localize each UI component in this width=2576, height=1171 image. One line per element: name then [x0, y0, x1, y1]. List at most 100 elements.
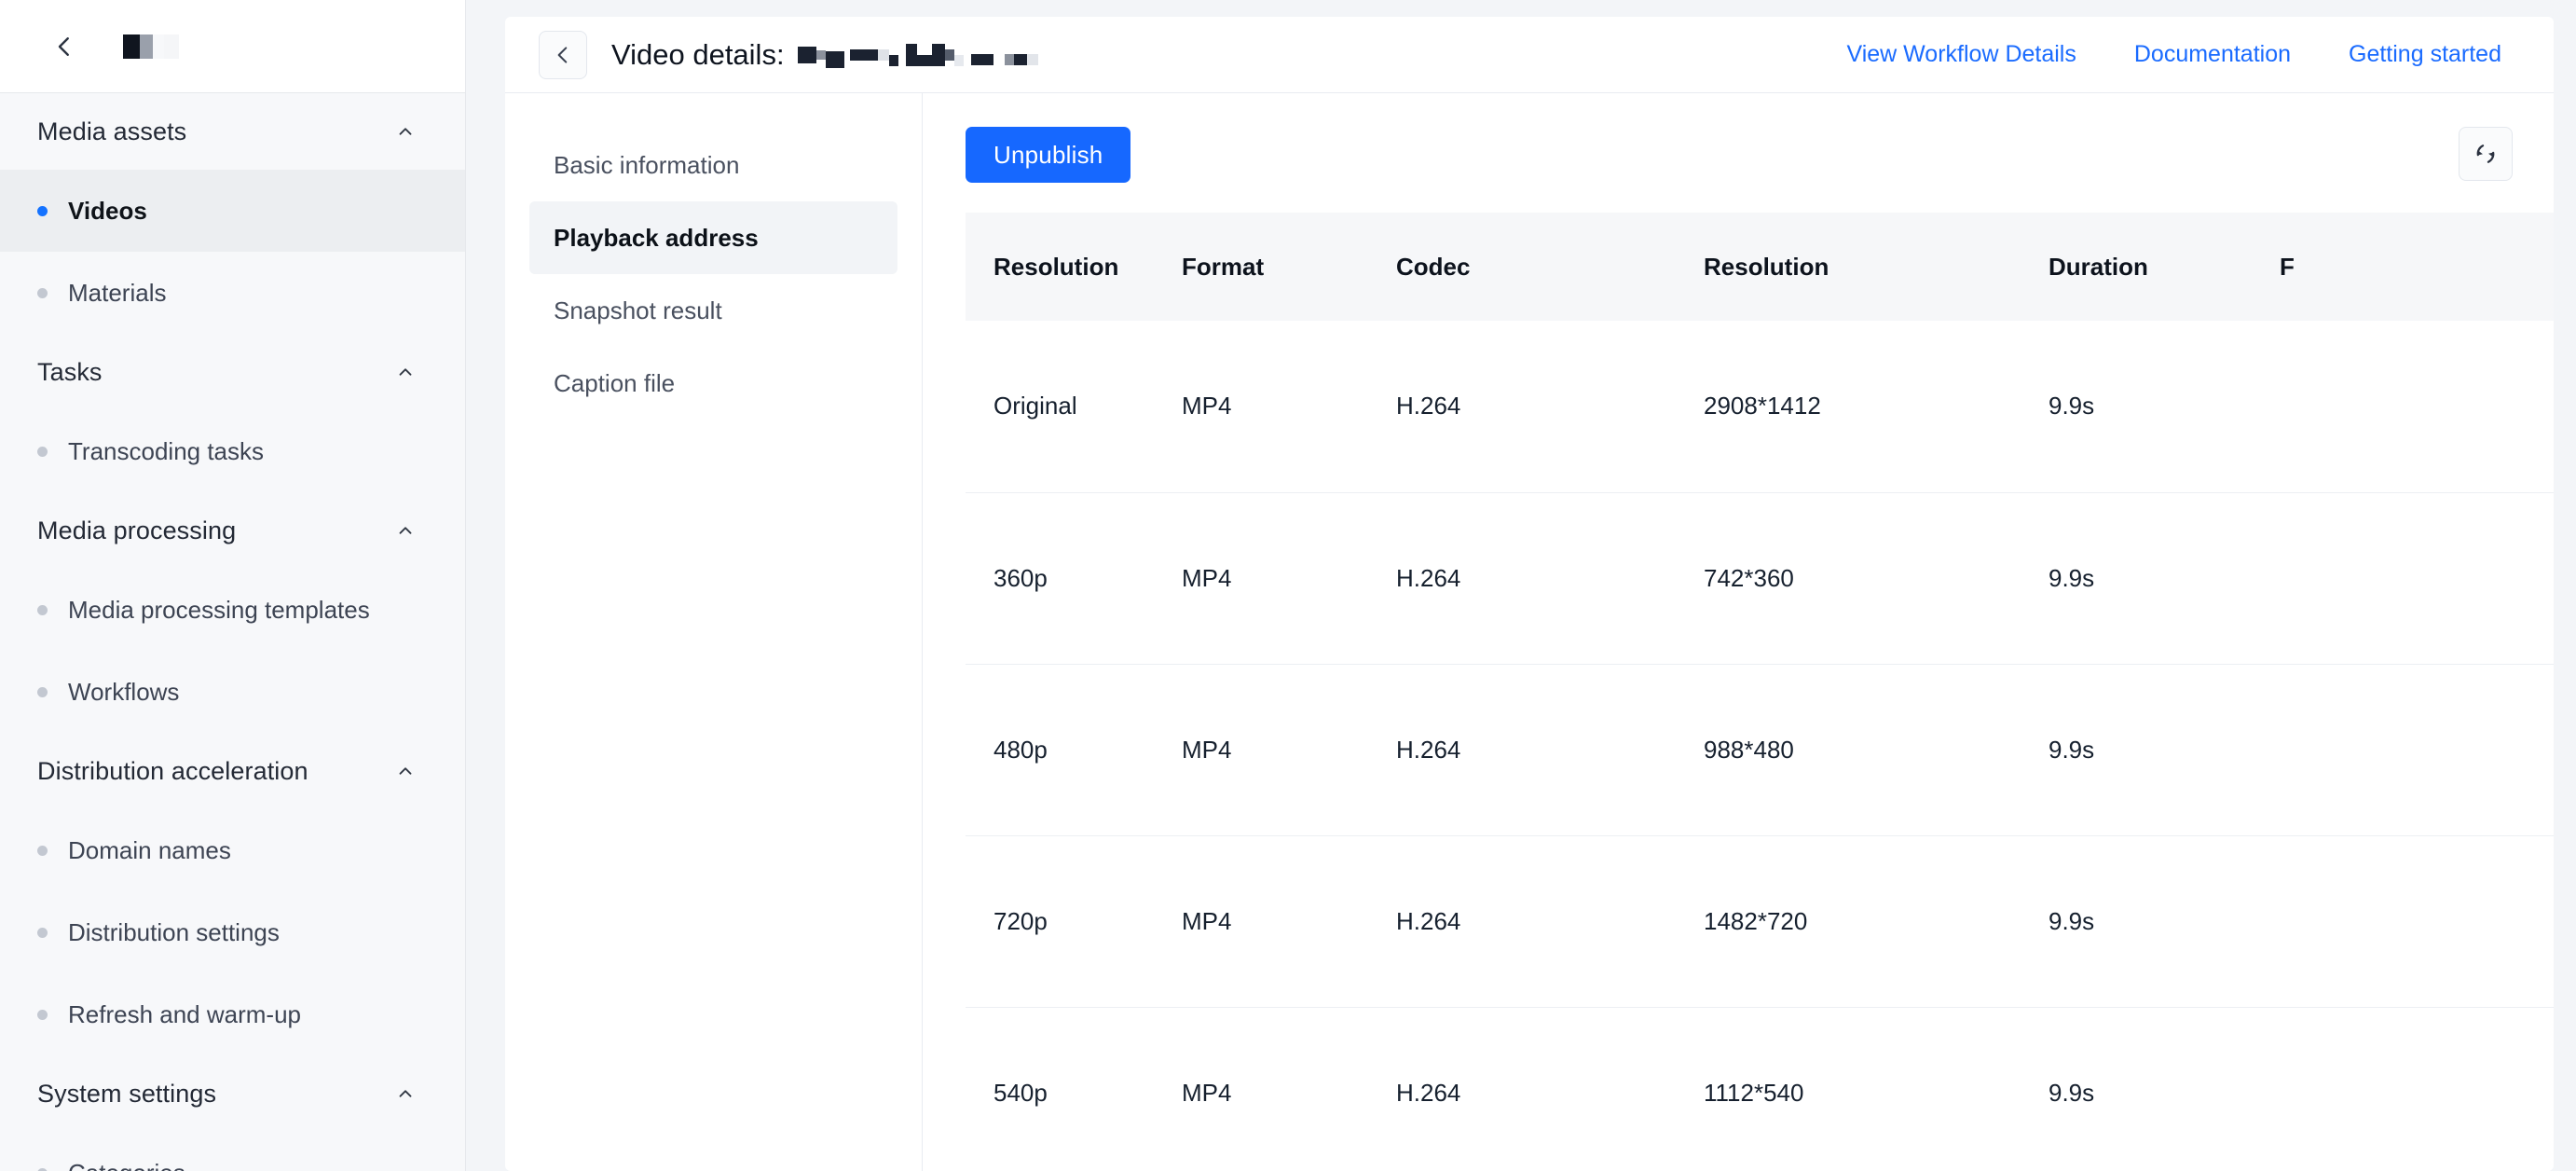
sidebar-item-distribution-settings[interactable]: Distribution settings: [0, 891, 465, 973]
tab-playback-address[interactable]: Playback address: [529, 201, 897, 274]
sidebar-item-workflows[interactable]: Workflows: [0, 651, 465, 733]
cell-duration: 9.9s: [2021, 835, 2252, 1008]
bullet-icon: [37, 845, 48, 856]
sidebar-group-media-processing[interactable]: Media processing: [0, 492, 465, 569]
redacted-block: [1026, 53, 1038, 65]
redacted-block: [140, 34, 153, 59]
main-region: Video details: View Workflow Details Docu…: [466, 0, 2576, 1171]
cell-format: MP4: [1154, 664, 1368, 836]
sidebar-group-label: Media assets: [37, 117, 187, 145]
sidebar-item-refresh-and-warm-up[interactable]: Refresh and warm-up: [0, 973, 465, 1055]
table-body: Original MP4 H.264 2908*1412 9.9s 360p MP4 H.26…: [966, 321, 2554, 1171]
cell-resolution-px: 1112*540: [1676, 1007, 2021, 1171]
sidebar-item-domain-names[interactable]: Domain names: [0, 809, 465, 891]
table-header-row: Resolution Format Codec Resolution Duration F: [966, 213, 2554, 321]
sidebar-item-materials[interactable]: Materials: [0, 252, 465, 334]
sidebar: Media assets Videos Materials Tasks Transcod…: [0, 0, 466, 1171]
sidebar-item-categories[interactable]: Categories: [0, 1132, 465, 1171]
sidebar-item-label: Transcoding tasks: [68, 436, 265, 465]
tab-caption-file[interactable]: Caption file: [529, 347, 897, 420]
redacted-video-name: [797, 41, 1038, 69]
sidebar-item-label: Categories: [68, 1159, 185, 1171]
header-links: View Workflow Details Documentation Gettin…: [1846, 41, 2514, 68]
refresh-sync-icon[interactable]: [2459, 127, 2513, 181]
redacted-block: [849, 48, 878, 61]
cell-resolution-name: 480p: [966, 664, 1154, 836]
playback-table: Resolution Format Codec Resolution Duration F…: [966, 213, 2554, 1171]
sidebar-group-label: Media processing: [37, 516, 237, 544]
table-row: Original MP4 H.264 2908*1412 9.9s: [966, 321, 2554, 493]
cell-resolution-px: 742*360: [1676, 492, 2021, 665]
bullet-icon: [37, 205, 48, 216]
column-header-resolution-name: Resolution: [966, 213, 1154, 321]
cell-codec: H.264: [1368, 492, 1676, 665]
redacted-block: [897, 48, 906, 61]
sidebar-group-label: System settings: [37, 1079, 217, 1108]
page-header: Video details: View Workflow Details Docu…: [505, 17, 2554, 93]
redacted-block: [905, 43, 917, 66]
header-link-documentation[interactable]: Documentation: [2134, 41, 2291, 68]
page-title: Video details:: [611, 38, 1038, 72]
cell-resolution-name: 720p: [966, 835, 1154, 1008]
redacted-block: [944, 48, 954, 61]
redacted-block: [797, 46, 816, 63]
content-card: Video details: View Workflow Details Docu…: [505, 17, 2554, 1171]
app-root: Media assets Videos Materials Tasks Transcod…: [0, 0, 2576, 1171]
cell-duration: 9.9s: [2021, 664, 2252, 836]
sidebar-group-tasks[interactable]: Tasks: [0, 334, 465, 410]
bullet-icon: [37, 1009, 48, 1020]
cell-codec: H.264: [1368, 1007, 1676, 1171]
sidebar-item-label: Videos: [68, 196, 147, 225]
header-link-view-workflow-details[interactable]: View Workflow Details: [1846, 41, 2076, 68]
tab-snapshot-result[interactable]: Snapshot result: [529, 274, 897, 347]
header-link-getting-started[interactable]: Getting started: [2349, 41, 2501, 68]
chevron-up-icon: [394, 1082, 417, 1105]
sidebar-group-media-assets[interactable]: Media assets: [0, 93, 465, 170]
bullet-icon: [37, 287, 48, 298]
sidebar-item-label: Domain names: [68, 835, 231, 864]
cell-hidden: [2252, 835, 2554, 1008]
chevron-up-icon: [394, 361, 417, 383]
sidebar-collapse-icon[interactable]: [48, 31, 80, 62]
redacted-block: [993, 48, 1005, 61]
cell-format: MP4: [1154, 835, 1368, 1008]
sidebar-item-label: Distribution settings: [68, 917, 280, 946]
sidebar-item-label: Materials: [68, 278, 167, 307]
cell-hidden: [2252, 492, 2554, 665]
chevron-up-icon: [394, 120, 417, 143]
sidebar-nav: Media assets Videos Materials Tasks Transcod…: [0, 93, 465, 1171]
detail-body: Basic information Playback address Snapsho…: [505, 93, 2554, 1171]
sidebar-group-distribution-acceleration[interactable]: Distribution acceleration: [0, 733, 465, 809]
unpublish-button[interactable]: Unpublish: [966, 127, 1131, 183]
table-row: 360p MP4 H.264 742*360 9.9s: [966, 492, 2554, 665]
redacted-block: [153, 34, 164, 59]
bullet-icon: [37, 446, 48, 457]
cell-hidden: [2252, 1007, 2554, 1171]
sidebar-group-label: Distribution acceleration: [37, 756, 308, 785]
cell-resolution-px: 2908*1412: [1676, 321, 2021, 493]
redacted-block: [953, 54, 964, 66]
redacted-block: [123, 34, 140, 59]
redacted-block: [1004, 53, 1014, 65]
cell-resolution-px: 1482*720: [1676, 835, 2021, 1008]
sidebar-header: [0, 0, 465, 93]
column-header-resolution-px: Resolution: [1676, 213, 2021, 321]
sidebar-item-transcoding-tasks[interactable]: Transcoding tasks: [0, 410, 465, 492]
sidebar-item-videos[interactable]: Videos: [0, 170, 465, 252]
sidebar-item-label: Media processing templates: [68, 595, 370, 624]
table-row: 720p MP4 H.264 1482*720 9.9s: [966, 835, 2554, 1008]
table-row: 480p MP4 H.264 988*480 9.9s: [966, 664, 2554, 836]
tab-basic-information[interactable]: Basic information: [529, 129, 897, 201]
detail-section-nav: Basic information Playback address Snapsho…: [505, 93, 923, 1171]
playback-table-wrapper[interactable]: Resolution Format Codec Resolution Duration F…: [966, 213, 2554, 1171]
chevron-up-icon: [394, 519, 417, 542]
redacted-block: [888, 54, 898, 66]
sidebar-group-system-settings[interactable]: System settings: [0, 1055, 465, 1132]
column-header-format: Format: [1154, 213, 1368, 321]
sidebar-item-media-processing-templates[interactable]: Media processing templates: [0, 569, 465, 651]
page-back-button[interactable]: [539, 30, 587, 79]
cell-hidden: [2252, 664, 2554, 836]
bullet-icon: [37, 604, 48, 615]
cell-format: MP4: [1154, 321, 1368, 493]
redacted-block: [815, 49, 826, 60]
